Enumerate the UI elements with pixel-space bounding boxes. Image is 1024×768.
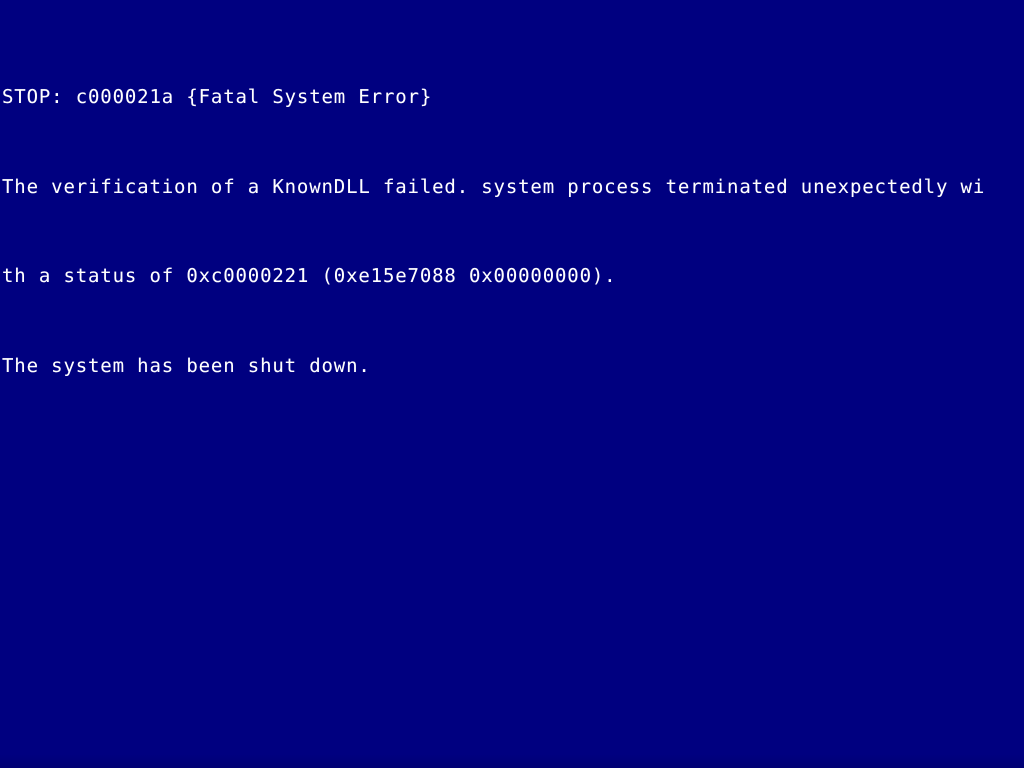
stop-error-line-1: STOP: c000021a {Fatal System Error} bbox=[2, 86, 433, 109]
stop-error-line-3: th a status of 0xc0000221 (0xe15e7088 0x… bbox=[2, 265, 617, 288]
stop-error-line-2: The verification of a KnownDLL failed. s… bbox=[2, 175, 986, 198]
stop-error-screen: STOP: c000021a {Fatal System Error} The … bbox=[0, 0, 1024, 768]
stop-error-message-block: STOP: c000021a {Fatal System Error} The … bbox=[2, 19, 1024, 445]
stop-error-line-4: The system has been shut down. bbox=[2, 355, 371, 378]
